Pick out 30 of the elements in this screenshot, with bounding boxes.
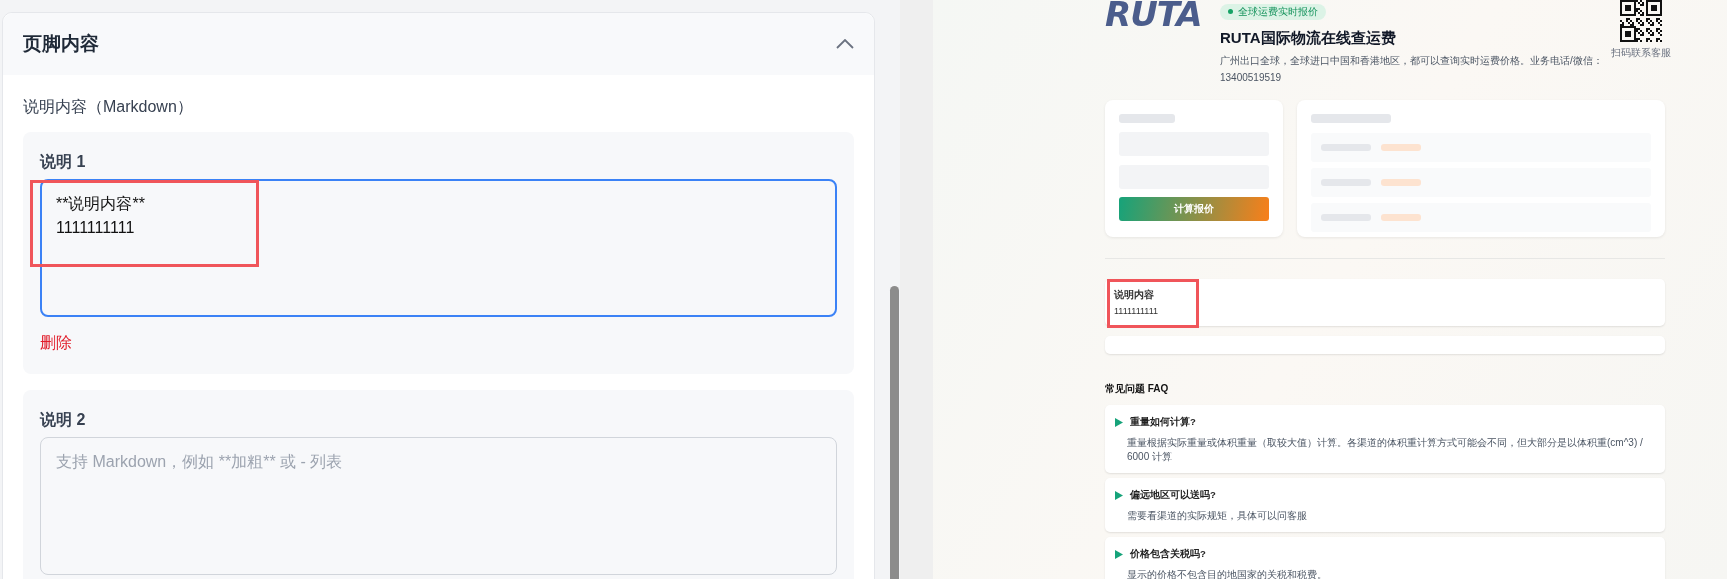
faq-item[interactable]: 重量如何计算? 重量根据实际重量或体积重量（取较大值）计算。各渠道的体积重计算方式可能会不同，但大部分是以体积重(cm^3) / 6000 计算	[1105, 404, 1665, 473]
faq-question: 偏远地区可以送吗?	[1130, 488, 1216, 502]
status-badge: 全球运费实时报价	[1220, 3, 1326, 20]
page-description: 广州出口全球，全球进口中国和香港地区，都可以查询实时运费价格。业务电话/微信：13400519519	[1220, 53, 1604, 85]
faq-item[interactable]: 偏远地区可以送吗? 需要看渠道的实际规矩，具体可以问客服	[1105, 477, 1665, 532]
note-title: 说明内容	[1114, 287, 1155, 302]
note-body: 1111111111	[1114, 305, 1160, 316]
markdown-field[interactable]: **说明内容** 1111111111	[40, 179, 837, 317]
page-title: RUTA国际物流在线查运费	[1220, 28, 1397, 48]
faq-question: 价格包含关税吗?	[1130, 547, 1206, 561]
play-triangle-icon	[1115, 549, 1123, 559]
markdown-field[interactable]: 支持 Markdown，例如 **加粗** 或 - 列表	[40, 437, 837, 575]
qr-caption: 扫码联系客服	[1611, 46, 1671, 60]
chevron-up-icon[interactable]	[836, 39, 854, 49]
item-label: 说明 1	[40, 152, 86, 172]
section-title: 页脚内容	[23, 32, 99, 56]
faq-answer: 重量根据实际重量或体积重量（取较大值）计算。各渠道的体积重计算方式可能会不同，但大部分是以体积重(cm^3) / 6000 计算	[1127, 435, 1644, 464]
play-triangle-icon	[1115, 490, 1123, 500]
delete-link[interactable]: 删除	[40, 333, 72, 354]
faq-title: 常见问题 FAQ	[1105, 381, 1170, 396]
item-label: 说明 2	[40, 410, 86, 430]
field-label: 说明内容（Markdown）	[23, 97, 193, 117]
play-triangle-icon	[1115, 417, 1123, 427]
qr-code-icon	[1620, 0, 1662, 42]
skeleton-bar	[1119, 113, 1175, 123]
faq-answer: 显示的价格不包含目的地国家的关税和税费。	[1127, 567, 1328, 579]
faq-question: 重量如何计算?	[1130, 415, 1196, 429]
faq-answer: 需要看渠道的实际规矩，具体可以问客服	[1127, 508, 1308, 523]
logo: RUTA	[1105, 0, 1203, 28]
faq-item[interactable]: 价格包含关税吗? 显示的价格不包含目的地国家的关税和税费。	[1105, 536, 1665, 579]
